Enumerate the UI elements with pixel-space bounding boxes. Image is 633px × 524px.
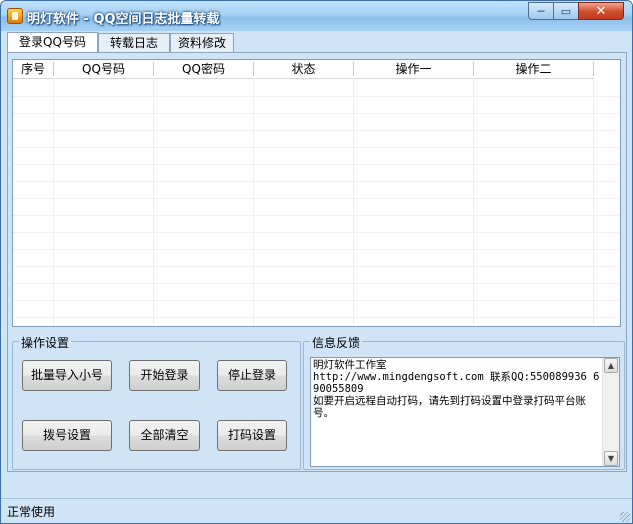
minimize-button[interactable]: ─ [528,2,554,20]
main-window: 明灯软件 - QQ空间日志批量转载 ─ ▭ ✕ 登录QQ号码 转载日志 资料修改… [0,0,633,524]
info-group: 信息反馈 明灯软件工作室 http://www.mingdengsoft.com… [303,334,625,470]
close-button[interactable]: ✕ [578,2,624,20]
list-header: 序号 QQ号码 QQ密码 状态 操作一 操作二 [13,60,594,79]
table-row-line [13,283,620,284]
status-bar: 正常使用 [1,498,632,523]
col-action-one[interactable]: 操作一 [354,60,473,78]
batch-import-button[interactable]: 批量导入小号 [22,360,112,391]
info-text: 明灯软件工作室 http://www.mingdengsoft.com 联系QQ… [313,359,600,419]
clear-all-button[interactable]: 全部清空 [129,420,200,451]
captcha-settings-button[interactable]: 打码设置 [217,420,287,451]
window-title: 明灯软件 - QQ空间日志批量转载 [27,12,220,27]
tab-login-qq[interactable]: 登录QQ号码 [7,32,98,52]
table-row-line [13,181,620,182]
table-row-line [13,130,620,131]
maximize-button[interactable]: ▭ [553,2,579,20]
table-row-line [13,113,620,114]
tab-panel: 序号 QQ号码 QQ密码 状态 操作一 操作二 操作设置 批量导入小号 开始登录… [7,52,627,472]
col-qq-number[interactable]: QQ号码 [54,60,153,78]
close-icon: ✕ [595,3,607,19]
scroll-down-icon[interactable]: ▼ [604,451,618,466]
account-list[interactable]: 序号 QQ号码 QQ密码 状态 操作一 操作二 [12,59,621,327]
info-scrollbar[interactable]: ▲ ▼ [602,358,619,466]
info-textarea[interactable]: 明灯软件工作室 http://www.mingdengsoft.com 联系QQ… [310,357,620,467]
resize-grip-icon[interactable] [620,512,630,522]
table-row-line [13,249,620,250]
table-row-line [13,164,620,165]
tab-profile-edit[interactable]: 资料修改 [170,33,234,52]
maximize-icon: ▭ [560,4,572,18]
table-row-line [13,300,620,301]
table-row-line [13,96,620,97]
dial-settings-button[interactable]: 拨号设置 [22,420,112,451]
ops-group-title: 操作设置 [19,334,72,351]
scroll-up-icon[interactable]: ▲ [604,358,618,373]
start-login-button[interactable]: 开始登录 [129,360,200,391]
minimize-icon: ─ [537,4,545,18]
col-index[interactable]: 序号 [13,60,53,78]
title-bar[interactable]: 明灯软件 - QQ空间日志批量转载 ─ ▭ ✕ [1,1,632,31]
status-text: 正常使用 [7,505,56,519]
col-action-two[interactable]: 操作二 [474,60,593,78]
stop-login-button[interactable]: 停止登录 [217,360,287,391]
table-row-line [13,317,620,318]
col-qq-password[interactable]: QQ密码 [154,60,253,78]
table-row-line [13,198,620,199]
app-icon [7,8,23,24]
table-row-line [13,147,620,148]
info-group-title: 信息反馈 [310,334,363,351]
tab-repost-logs[interactable]: 转载日志 [98,33,170,52]
table-row-line [13,266,620,267]
col-status[interactable]: 状态 [254,60,353,78]
table-row-line [13,215,620,216]
table-row-line [13,232,620,233]
ops-group: 操作设置 批量导入小号 开始登录 停止登录 拨号设置 全部清空 打码设置 [12,334,301,470]
